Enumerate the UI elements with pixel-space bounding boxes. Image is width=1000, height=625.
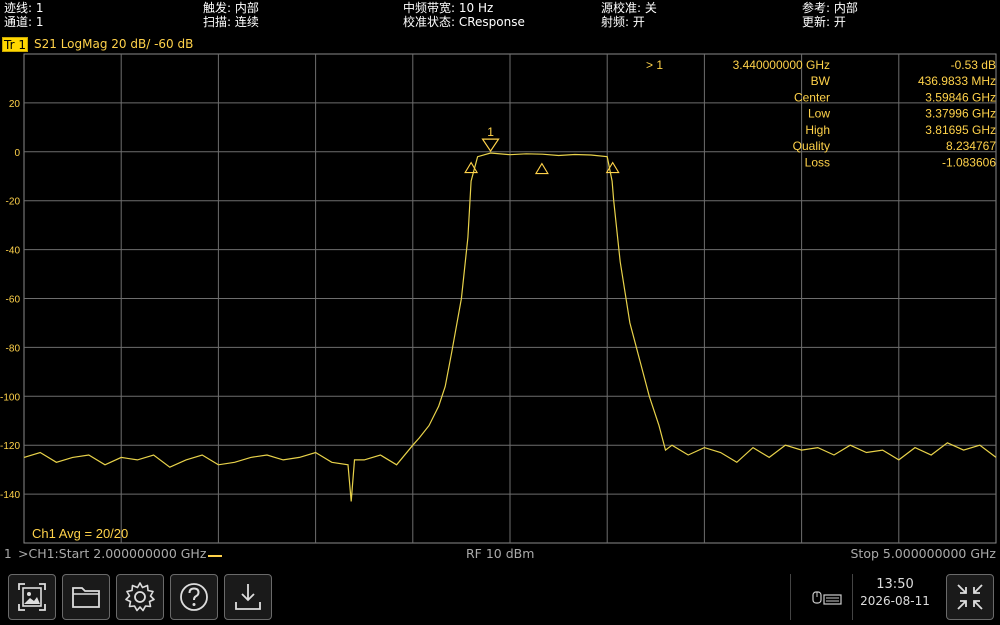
marker-stat-value: 8.234767 (946, 139, 996, 153)
clock: 13:50 2026-08-11 (855, 576, 935, 610)
marker-center-triangle (534, 162, 549, 175)
y-tick-label: -120 (0, 441, 20, 452)
y-tick-label: -40 (6, 246, 21, 257)
screenshot-button[interactable] (8, 574, 56, 620)
marker-stat-value: -1.083606 (942, 156, 996, 170)
gear-icon (125, 582, 155, 612)
fullscreen-toggle-button[interactable] (946, 574, 994, 620)
marker-stat-label: Loss (805, 156, 830, 170)
marker-1-label: 1 (487, 125, 494, 139)
marker-stat-label: Center (794, 90, 830, 104)
marker-stat-value: 436.9833 MHz (918, 74, 996, 88)
collapse-arrows-icon (957, 584, 983, 610)
bottom-toolbar: 13:50 2026-08-11 (0, 570, 1000, 625)
channel-power[interactable]: RF 10 dBm (466, 546, 534, 561)
y-tick-label: -140 (0, 490, 20, 501)
toolbar-separator (790, 574, 791, 620)
channel-color-swatch (208, 555, 222, 557)
toolbar-separator (852, 574, 853, 620)
y-tick-labels: 20 0 -20 -40 -60 -80 -100 -120 -140 (0, 99, 20, 501)
settings-button[interactable] (116, 574, 164, 620)
input-devices-indicator (812, 588, 842, 608)
y-tick-label: -60 (6, 295, 21, 306)
marker-row-label: > 1 (646, 58, 663, 72)
y-tick-label: -80 (6, 343, 21, 354)
y-tick-label: -100 (0, 392, 20, 403)
marker-stat-value: 3.59846 GHz (925, 90, 996, 104)
help-button[interactable] (170, 574, 218, 620)
screenshot-icon (18, 583, 46, 611)
marker-1-triangle (481, 138, 500, 153)
download-icon (235, 584, 261, 610)
marker-stat-label: Quality (793, 139, 830, 153)
help-icon (180, 583, 208, 611)
y-tick-label: 0 (14, 148, 20, 159)
plot-markers: 1 (464, 125, 620, 175)
keyboard-mouse-icon (812, 591, 842, 605)
clock-date: 2026-08-11 (860, 594, 930, 608)
measurement-plot[interactable]: 20 0 -20 -40 -60 -80 -100 -120 -140 1 > 1 3.4400… (0, 0, 1000, 570)
marker-stat-label: Low (808, 107, 830, 121)
marker-row-frequency: 3.440000000 GHz (733, 58, 830, 72)
marker-row-value: -0.53 dB (951, 58, 996, 72)
average-status: Ch1 Avg = 20/20 (32, 526, 128, 541)
clock-time: 13:50 (876, 577, 914, 592)
marker-readout: > 1 3.440000000 GHz -0.53 dB BW 436.9833 … (646, 58, 996, 170)
channel-index: 1 (4, 547, 12, 561)
channel-status: 1 >CH1:Start 2.000000000 GHz RF 10 dBm S… (0, 545, 1000, 563)
save-download-button[interactable] (224, 574, 272, 620)
channel-stop[interactable]: Stop 5.000000000 GHz (850, 546, 996, 561)
channel-start[interactable]: >CH1:Start 2.000000000 GHz (18, 546, 206, 561)
open-file-button[interactable] (62, 574, 110, 620)
marker-stat-label: BW (811, 74, 831, 88)
marker-stat-value: 3.81695 GHz (925, 123, 996, 137)
plot-grid (23, 53, 997, 544)
folder-icon (72, 587, 100, 608)
y-tick-label: -20 (6, 197, 21, 208)
marker-stat-label: High (805, 123, 830, 137)
marker-stat-value: 3.37996 GHz (925, 107, 996, 121)
y-tick-label: 20 (9, 99, 21, 110)
